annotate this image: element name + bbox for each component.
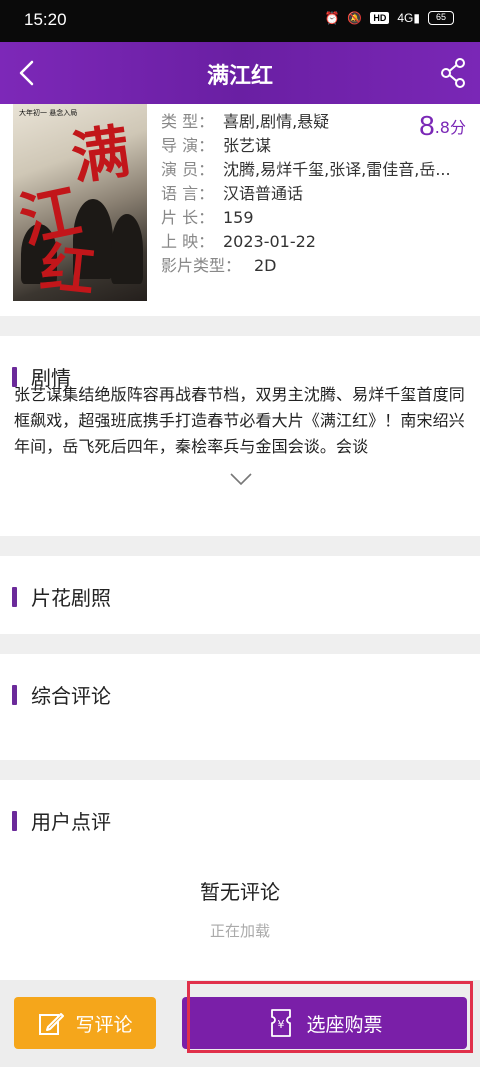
user-reviews-title: 用户点评: [31, 810, 111, 834]
buy-ticket-button[interactable]: ¥ 选座购票: [182, 997, 467, 1049]
nav-bar: 满江红: [0, 42, 480, 104]
detail-label: 导 演：: [161, 136, 215, 155]
buy-ticket-label: 选座购票: [306, 1013, 383, 1036]
svg-text:¥: ¥: [278, 1018, 285, 1031]
share-icon[interactable]: [438, 57, 468, 89]
synopsis-text: 张艺谋集结绝版阵容再战春节档，双男主沈腾、易烊千玺首度同框飙戏，超强班底携手打造…: [14, 385, 465, 456]
status-icons: ⏰ 🔕 HD 4G▮ 65: [324, 11, 454, 25]
detail-value: 喜剧,剧情,悬疑: [223, 112, 330, 131]
write-comment-label: 写评论: [75, 1013, 133, 1036]
user-reviews-section: 用户点评 暂无评论 正在加载: [0, 780, 480, 980]
poster-char: 满: [67, 117, 135, 193]
signal-icon: 4G▮: [397, 11, 420, 25]
user-reviews-header: 用户点评: [12, 806, 111, 835]
detail-value: 159: [223, 208, 254, 227]
stills-title: 片花剧照: [31, 586, 111, 610]
stills-section[interactable]: 片花剧照: [0, 556, 480, 634]
reviews-section: 综合评论: [0, 654, 480, 760]
poster-figure: [111, 214, 143, 284]
loading-text: 正在加载: [209, 922, 270, 940]
detail-value: 张艺谋: [223, 136, 272, 155]
battery-icon: 65: [428, 11, 454, 25]
section-marker: [12, 810, 17, 831]
ticket-icon: ¥: [271, 1009, 292, 1037]
page-title: 满江红: [206, 64, 273, 89]
poster-char: 红: [37, 236, 98, 301]
section-marker: [12, 586, 17, 607]
section-marker: [12, 684, 17, 705]
score-integer: 8: [419, 110, 435, 141]
back-arrow-icon[interactable]: [12, 56, 42, 90]
synopsis-card: 剧情 张艺谋集结绝版阵容再战春节档，双男主沈腾、易烊千玺首度同框飙戏，超强班底携…: [0, 336, 480, 536]
bottom-action-bar: 写评论 ¥ 选座购票: [0, 980, 480, 1067]
no-review-text: 暂无评论: [200, 880, 280, 904]
stills-header: 片花剧照: [12, 582, 111, 611]
detail-value: 2D: [254, 256, 277, 275]
detail-label: 语 言：: [161, 184, 215, 203]
detail-value: 汉语普通话: [223, 184, 304, 203]
movie-poster: 大年初一 悬念入局 满 江 红: [13, 104, 147, 301]
reviews-title: 综合评论: [31, 684, 111, 708]
detail-label: 影片类型：: [161, 256, 242, 275]
movie-score: 8.8分: [419, 110, 466, 142]
detail-value: 沈腾,易烊千玺,张译,雷佳音,岳...: [223, 160, 451, 179]
status-bar: 15:20 ⏰ 🔕 HD 4G▮ 65: [0, 0, 480, 42]
alarm-icon: ⏰: [324, 11, 340, 25]
detail-label: 演 员：: [161, 160, 215, 179]
movie-info-card: 大年初一 悬念入局 满 江 红 类 型： 喜剧,剧情,悬疑 导 演： 张艺谋 演…: [0, 104, 480, 316]
detail-label: 片 长：: [161, 208, 215, 227]
write-comment-button[interactable]: 写评论: [14, 997, 156, 1049]
chevron-down-icon[interactable]: [229, 472, 253, 486]
score-decimal: .8分: [434, 118, 466, 137]
edit-icon: [39, 1013, 65, 1035]
status-time: 15:20: [24, 10, 67, 29]
hd-icon: HD: [370, 12, 390, 24]
mute-icon: 🔕: [347, 11, 363, 25]
reviews-header: 综合评论: [12, 680, 111, 709]
detail-label: 类 型：: [161, 112, 215, 131]
detail-label: 上 映：: [161, 232, 215, 251]
detail-value: 2023-01-22: [223, 232, 316, 251]
